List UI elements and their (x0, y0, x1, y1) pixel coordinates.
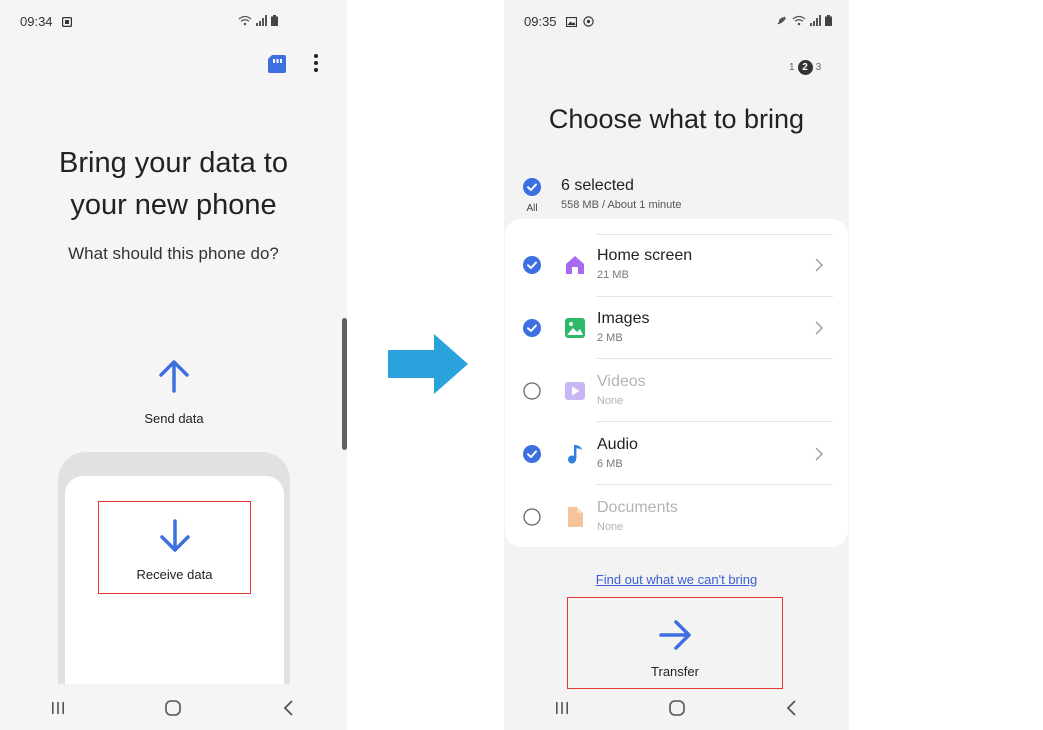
checked-circle-icon[interactable] (523, 256, 541, 279)
flow-arrow-icon (388, 334, 468, 399)
status-bar-time-right: 09:35 (524, 14, 594, 30)
battery-icon-right (825, 13, 832, 31)
list-divider (596, 358, 833, 359)
list-divider (596, 484, 833, 485)
notification-icon (61, 15, 73, 30)
page-subtitle: What should this phone do? (68, 244, 279, 263)
mute-icon (776, 13, 788, 31)
item-name: Videos (597, 373, 646, 390)
list-item-home-screen[interactable]: Home screen 21 MB (505, 234, 848, 296)
recents-icon[interactable] (38, 693, 78, 723)
chevron-right-icon (814, 320, 824, 341)
unchecked-circle-icon[interactable] (523, 508, 541, 531)
transfer-label: Transfer (651, 664, 699, 679)
select-all-checkbox[interactable]: All (522, 178, 542, 214)
receive-data-button[interactable]: Receive data (98, 501, 251, 594)
status-time-text-right: 09:35 (524, 14, 557, 29)
item-name: Documents (597, 499, 678, 516)
wifi-icon-right (792, 13, 806, 31)
send-data-label: Send data (144, 411, 204, 426)
chevron-right-icon (814, 446, 824, 467)
music-note-icon (564, 443, 586, 470)
item-size: 21 MB (597, 269, 629, 281)
status-bar-icons (238, 13, 278, 31)
item-size: None (597, 521, 624, 533)
chevron-right-icon (814, 257, 824, 278)
item-name: Images (597, 310, 650, 327)
home-nav-icon[interactable] (153, 693, 193, 723)
sd-card-icon[interactable] (267, 54, 287, 79)
checked-circle-icon[interactable] (523, 319, 541, 342)
more-vert-icon[interactable] (307, 52, 325, 79)
item-size: 6 MB (597, 458, 623, 470)
battery-icon (271, 13, 278, 31)
item-name: Audio (597, 436, 638, 453)
home-nav-icon[interactable] (657, 693, 697, 723)
arrow-right-icon (568, 617, 782, 658)
selected-size-time: 558 MB / About 1 minute (561, 199, 682, 211)
home-icon (564, 254, 586, 281)
list-item-videos[interactable]: Videos None (505, 360, 848, 422)
right-navigation-bar (504, 692, 849, 724)
step-2-current: 2 (797, 60, 813, 75)
image-icon (564, 317, 586, 344)
back-icon[interactable] (269, 693, 309, 723)
scroll-indicator[interactable] (342, 318, 347, 450)
arrow-down-icon (99, 518, 250, 559)
wifi-icon (238, 13, 252, 31)
list-item-audio[interactable]: Audio 6 MB (505, 423, 848, 485)
item-name: Home screen (597, 247, 693, 264)
receive-data-label: Receive data (136, 567, 213, 582)
signal-icon-right (810, 13, 821, 31)
arrow-up-icon (124, 358, 224, 399)
status-bar-icons-right (776, 13, 832, 31)
list-item-documents[interactable]: Documents None (505, 486, 848, 548)
status-time-text: 09:34 (20, 14, 53, 29)
page-title-right: Choose what to bring (548, 104, 805, 134)
gallery-notification-icon (566, 15, 578, 30)
list-item-images[interactable]: Images 2 MB (505, 297, 848, 359)
transfer-button[interactable]: Transfer (567, 597, 783, 689)
step-indicator: 1 2 3 (789, 60, 821, 75)
checked-circle-icon[interactable] (523, 445, 541, 468)
selected-count: 6 selected (561, 177, 634, 194)
document-icon (564, 506, 586, 533)
sync-notification-icon (583, 15, 594, 30)
unchecked-circle-icon[interactable] (523, 382, 541, 405)
step-3: 3 (815, 62, 822, 73)
back-icon[interactable] (772, 693, 812, 723)
status-bar-time: 09:34 (20, 14, 73, 30)
signal-icon (256, 13, 267, 31)
page-title: Bring your data to your new phone (59, 147, 288, 221)
step-1: 1 (789, 62, 795, 73)
item-size: None (597, 395, 624, 407)
cant-bring-link[interactable]: Find out what we can't bring (504, 572, 849, 587)
checked-circle-icon (523, 178, 541, 200)
recents-icon[interactable] (542, 693, 582, 723)
video-icon (564, 380, 586, 407)
item-size: 2 MB (597, 332, 623, 344)
send-data-button[interactable]: Send data (124, 352, 224, 430)
list-divider (596, 421, 833, 422)
select-all-label: All (526, 203, 538, 214)
left-navigation-bar (0, 692, 347, 724)
